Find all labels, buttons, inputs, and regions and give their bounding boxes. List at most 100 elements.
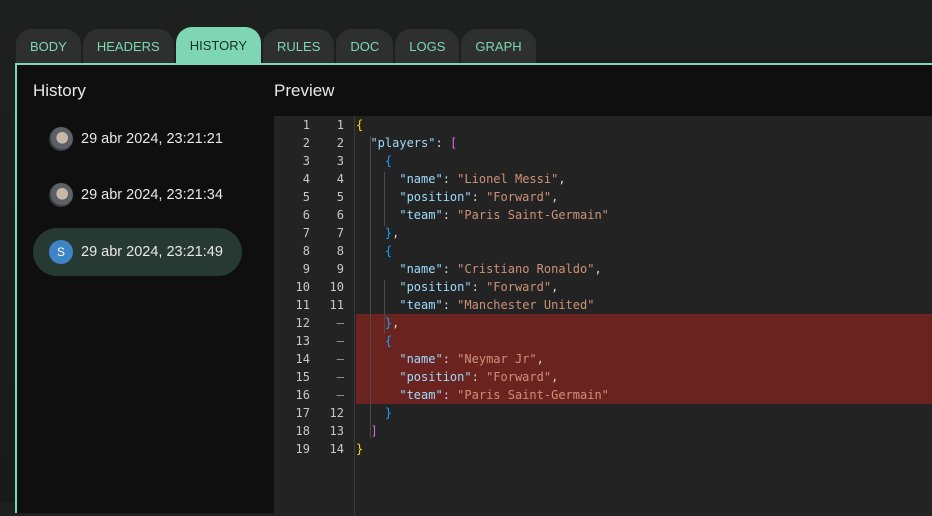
tab-bar: BODY HEADERS HISTORY RULES DOC LOGS GRAP… [16,27,538,64]
code-line: 5 5 "position": "Forward", [274,188,932,206]
code-line: 18 13 ] [274,422,932,440]
line-number-modified: 6 [336,208,344,222]
line-number-modified: 12 [329,406,344,420]
code-line: 7 7 }, [274,224,932,242]
line-number-modified: 1 [336,118,344,132]
code-line: 8 8 { [274,242,932,260]
code-line: 11 11 "team": "Manchester United" [274,296,932,314]
line-number-original: 10 [295,280,310,294]
code-line: 6 6 "team": "Paris Saint-Germain" [274,206,932,224]
removed-code-line: 15 — "position": "Forward", [274,368,932,386]
code-content: "position": "Forward", [356,368,932,386]
code-line: 2 2 "players": [ [274,134,932,152]
line-number-original: 19 [295,442,310,456]
line-number-modified: — [336,388,344,402]
code-content: "position": "Forward", [399,190,559,204]
history-timestamp: 29 abr 2024, 23:21:34 [81,187,223,203]
code-line: 9 9 "name": "Cristiano Ronaldo", [274,260,932,278]
line-number-modified: 11 [329,298,344,312]
diff-editor[interactable]: 1 1{2 2 "players": [3 3 {4 4 "name": "Lionel… [274,116,932,516]
code-line: 10 10 "position": "Forward", [274,278,932,296]
code-line: 1 1 { [274,116,932,134]
tab-rules[interactable]: RULES [263,29,335,64]
tab-body[interactable]: BODY [16,29,81,64]
line-number-original: 6 [302,208,310,222]
indent-guide [384,280,385,334]
code-line: 4 4 "name": "Lionel Messi", [274,170,932,188]
tab-doc[interactable]: DOC [336,29,394,64]
tab-graph[interactable]: GRAPH [461,29,536,64]
line-number-modified: 10 [329,280,344,294]
line-number-modified: — [336,316,344,330]
line-number-original: 3 [302,154,310,168]
line-number-original: 1 [302,118,310,132]
line-number-original: 2 [302,136,310,150]
history-timestamp: 29 abr 2024, 23:21:21 [81,131,223,147]
line-number-original: 7 [302,226,310,240]
history-item[interactable]: 29 abr 2024, 23:21:34 [33,171,242,219]
history-title: History [33,81,86,100]
code-line: 17 12 } [274,404,932,422]
indent-guide [384,172,385,226]
code-content: "position": "Forward", [399,280,559,294]
code-content: ] [370,424,378,438]
removed-code-line: 12 — }, [274,314,932,332]
tab-logs[interactable]: LOGS [395,29,460,64]
line-number-original: 14 [295,352,310,366]
code-content: } [384,406,393,420]
tab-history[interactable]: HISTORY [175,27,262,64]
line-number-original: 18 [295,424,310,438]
user-avatar-icon [49,127,73,151]
user-avatar-icon: S [49,240,73,264]
history-timestamp: 29 abr 2024, 23:21:49 [81,244,223,260]
code-content: "team": "Manchester United" [399,298,595,312]
line-number-modified: 14 [329,442,344,456]
line-number-original: 9 [302,262,310,276]
line-number-original: 13 [295,334,310,348]
code-content: { [356,118,364,132]
tab-headers[interactable]: HEADERS [82,29,174,64]
line-number-modified: 2 [336,136,344,150]
code-line: 3 3 { [274,152,932,170]
line-number-modified: 5 [336,190,344,204]
removed-code-line: 14 — "name": "Neymar Jr", [274,350,932,368]
line-number-modified: 7 [336,226,344,240]
code-content: { [356,332,932,350]
history-item-selected[interactable]: S 29 abr 2024, 23:21:49 [33,228,242,276]
code-content: "name": "Lionel Messi", [399,172,566,186]
line-number-modified: 4 [336,172,344,186]
code-content: "name": "Neymar Jr", [356,350,932,368]
code-content: "players": [ [370,136,458,150]
code-content: } [356,442,364,456]
line-number-modified: — [336,370,344,384]
removed-code-line: 13 — { [274,332,932,350]
line-number-original: 8 [302,244,310,258]
line-number-modified: 9 [336,262,344,276]
preview-title: Preview [274,81,335,100]
line-number-original: 4 [302,172,310,186]
line-number-original: 12 [295,316,310,330]
line-number-original: 17 [295,406,310,420]
line-number-modified: — [336,352,344,366]
history-panel: History Preview 29 abr 2024, 23:21:21 29… [15,63,932,516]
code-line: 19 14} [274,440,932,458]
indent-guide [370,136,371,438]
code-content: "name": "Cristiano Ronaldo", [399,262,602,276]
code-content: }, [356,314,932,332]
line-number-original: 16 [295,388,310,402]
removed-code-line: 16 — "team": "Paris Saint-Germain" [274,386,932,404]
code-content: "team": "Paris Saint-Germain" [399,208,609,222]
code-content: { [384,244,393,258]
line-number-original: 5 [302,190,310,204]
code-content: { [384,154,393,168]
line-number-modified: 13 [329,424,344,438]
code-content: }, [384,226,400,240]
line-number-modified: 3 [336,154,344,168]
line-number-original: 15 [295,370,310,384]
line-number-modified: — [336,334,344,348]
history-item[interactable]: 29 abr 2024, 23:21:21 [33,115,242,163]
line-number-original: 11 [295,298,310,312]
user-avatar-icon [49,183,73,207]
line-number-modified: 8 [336,244,344,258]
code-content: "team": "Paris Saint-Germain" [356,386,932,404]
